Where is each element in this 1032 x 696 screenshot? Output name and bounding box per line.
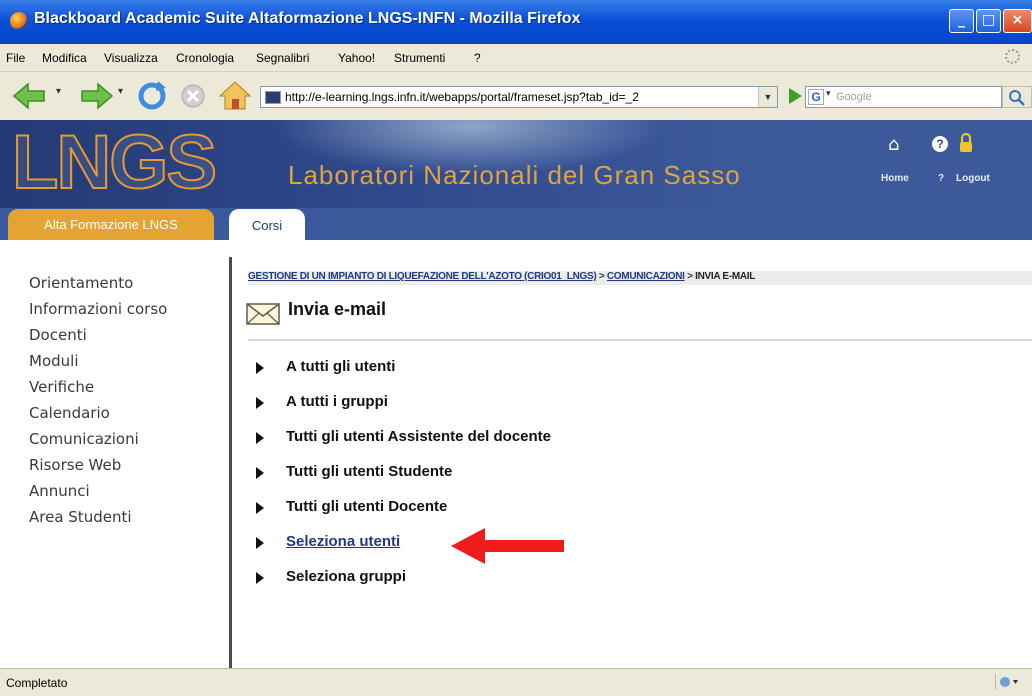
menu-strumenti[interactable]: Strumenti — [394, 51, 445, 65]
annotation-arrow-icon — [451, 528, 564, 564]
title-divider — [248, 339, 1032, 341]
page-title: Invia e-mail — [288, 299, 387, 319]
menu-modifica[interactable]: Modifica — [42, 51, 87, 65]
window-titlebar: Blackboard Academic Suite Altaformazione… — [0, 0, 1032, 44]
bullet-arrow-icon — [256, 467, 264, 479]
menu-visualizza[interactable]: Visualizza — [104, 51, 158, 65]
breadcrumb-separator: > — [596, 271, 607, 282]
breadcrumb-course-link[interactable]: GESTIONE DI UN IMPIANTO DI LIQUEFAZIONE … — [248, 271, 597, 282]
go-button[interactable] — [789, 88, 802, 104]
search-field[interactable]: G ▾ Google — [805, 86, 1002, 108]
padlock-icon[interactable] — [958, 132, 974, 154]
menu-cronologia[interactable]: Cronologia — [176, 51, 234, 65]
course-menu-comunicazioni[interactable]: Comunicazioni — [29, 429, 167, 455]
menu-yahoo[interactable]: Yahoo! — [338, 51, 375, 65]
url-history-dropdown[interactable]: ▼ — [758, 87, 777, 107]
home-button[interactable] — [218, 80, 252, 112]
breadcrumb-comunicazioni-link[interactable]: COMUNICAZIONI — [607, 271, 685, 282]
site-favicon-icon — [265, 91, 281, 104]
menu-bar: File Modifica Visualizza Cronologia Segn… — [0, 44, 1032, 72]
forward-arrow-icon — [81, 82, 114, 110]
breadcrumb: GESTIONE DI UN IMPIANTO DI LIQUEFAZIONE … — [248, 271, 1032, 285]
status-bar: Completato — [0, 668, 1032, 696]
frame-divider[interactable] — [229, 257, 232, 668]
course-menu-risorse-web[interactable]: Risorse Web — [29, 455, 167, 481]
window-title: Blackboard Academic Suite Altaformazione… — [34, 10, 581, 27]
tab-alta-formazione[interactable]: Alta Formazione LNGS — [8, 209, 214, 240]
envelope-icon — [246, 303, 280, 325]
search-placeholder: Google — [836, 91, 872, 103]
site-banner: LNGS Laboratori Nazionali del Gran Sasso… — [0, 120, 1032, 208]
bullet-arrow-icon — [256, 362, 264, 374]
activity-throbber-icon — [1005, 49, 1020, 64]
status-text: Completato — [6, 676, 68, 690]
url-bar[interactable]: http://e-learning.lngs.infn.it/webapps/p… — [260, 86, 778, 108]
reload-button[interactable] — [136, 80, 168, 112]
magnifier-icon — [1009, 90, 1025, 106]
help-link[interactable]: ? — [938, 173, 944, 184]
course-menu-informazioni-corso[interactable]: Informazioni corso — [29, 299, 167, 325]
forward-dropdown-icon[interactable]: ▾ — [118, 86, 123, 97]
course-menu-orientamento[interactable]: Orientamento — [29, 273, 167, 299]
breadcrumb-current: INVIA E-MAIL — [695, 271, 756, 282]
bullet-arrow-icon — [256, 397, 264, 409]
bullet-arrow-icon — [256, 432, 264, 444]
course-menu-moduli[interactable]: Moduli — [29, 351, 167, 377]
back-arrow-icon — [12, 82, 45, 110]
course-menu-annunci[interactable]: Annunci — [29, 481, 167, 507]
stop-button[interactable] — [180, 83, 206, 109]
navigation-toolbar: ▾ ▾ http://e-learning.lngs.infn.it/webap… — [0, 72, 1032, 121]
close-button[interactable]: × — [1003, 9, 1032, 33]
tab-corsi[interactable]: Corsi — [229, 209, 305, 242]
status-addon-area[interactable] — [995, 674, 1024, 690]
select-users-link[interactable]: Seleziona utenti — [286, 533, 400, 550]
forward-button[interactable] — [74, 81, 114, 111]
home-link-icon[interactable]: ⌂ — [888, 134, 899, 155]
bullet-arrow-icon — [256, 537, 264, 549]
back-dropdown-icon[interactable]: ▾ — [56, 86, 61, 97]
bullet-arrow-icon — [256, 502, 264, 514]
menu-help[interactable]: ? — [474, 51, 481, 65]
search-button[interactable] — [1002, 86, 1032, 108]
url-text: http://e-learning.lngs.infn.it/webapps/p… — [285, 90, 639, 104]
lngs-logo: LNGS — [11, 120, 218, 206]
menu-file[interactable]: File — [6, 51, 25, 65]
menu-segnalibri[interactable]: Segnalibri — [256, 51, 309, 65]
bullet-arrow-icon — [256, 572, 264, 584]
addon-status-icon[interactable] — [996, 674, 1020, 690]
search-engine-dropdown-icon[interactable]: ▾ — [826, 88, 831, 99]
course-menu-docenti[interactable]: Docenti — [29, 325, 167, 351]
banner-tagline: Laboratori Nazionali del Gran Sasso — [288, 160, 741, 190]
course-menu: Orientamento Informazioni corso Docenti … — [0, 240, 228, 668]
course-menu-area-studenti[interactable]: Area Studenti — [29, 507, 167, 533]
course-menu-verifiche[interactable]: Verifiche — [29, 377, 167, 403]
minimize-button[interactable]: _ — [949, 9, 974, 33]
logout-link[interactable]: Logout — [956, 173, 990, 184]
search-engine-icon[interactable]: G — [808, 89, 824, 105]
home-link[interactable]: Home — [881, 173, 909, 184]
maximize-button[interactable]: □ — [976, 9, 1001, 33]
back-button[interactable] — [12, 81, 52, 111]
breadcrumb-separator: > — [684, 271, 696, 282]
course-tab-bar: Alta Formazione LNGS Corsi — [0, 208, 1032, 242]
firefox-logo-icon — [10, 12, 28, 30]
help-link-icon[interactable]: ? — [932, 136, 948, 152]
course-menu-calendario[interactable]: Calendario — [29, 403, 167, 429]
